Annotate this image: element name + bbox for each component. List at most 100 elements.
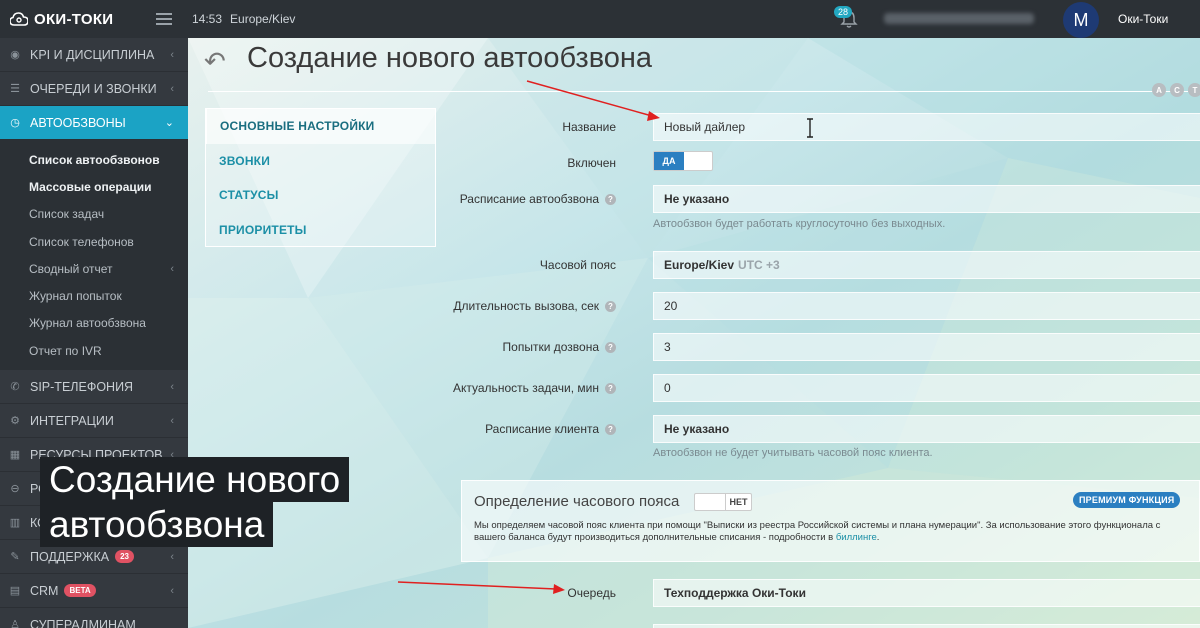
chevron-left-icon: ‹ bbox=[170, 584, 174, 597]
duration-label: Длительность вызова, сек? bbox=[408, 299, 628, 313]
name-input[interactable]: Новый дайлер bbox=[653, 113, 1200, 141]
sidebar-item-autodial[interactable]: ◷ АВТООБЗВОНЫ ⌄ bbox=[0, 106, 188, 140]
caption-line-1: Создание нового bbox=[40, 457, 350, 502]
help-icon[interactable]: ? bbox=[605, 300, 616, 312]
submenu-item[interactable]: Массовые операции bbox=[0, 173, 188, 200]
chevron-left-icon: ‹ bbox=[170, 550, 174, 563]
caption-overlay: Создание нового автообзвона bbox=[40, 457, 350, 547]
form-row-attempts: Попытки дозвона? 3 bbox=[408, 333, 1200, 361]
clock-timezone: Europe/Kiev bbox=[230, 12, 296, 26]
submenu-item[interactable]: Журнал попыток bbox=[0, 282, 188, 309]
form-row-timezone: Часовой пояс Europe/Kiev UTC +3 bbox=[408, 251, 1200, 279]
help-icon[interactable]: ? bbox=[605, 341, 616, 353]
panel-title: Определение часового пояса bbox=[474, 493, 680, 510]
support-badge: 23 bbox=[115, 550, 134, 564]
form-row-actuality: Актуальность задачи, мин? 0 bbox=[408, 374, 1200, 402]
attempts-label: Попытки дозвона? bbox=[408, 340, 628, 354]
client-schedule-select[interactable]: Не указано bbox=[653, 415, 1200, 443]
enabled-label: Включен bbox=[567, 156, 616, 170]
sidebar-item-superadmin[interactable]: ♙ СУПЕРАДМИНАМ bbox=[0, 608, 188, 628]
form-row-enabled: Включен ДА bbox=[408, 151, 1200, 175]
sidebar-item-queues[interactable]: ☰ ОЧЕРЕДИ И ЗВОНКИ ‹ bbox=[0, 72, 188, 106]
billing-link[interactable]: биллинге bbox=[836, 532, 877, 543]
notifications-badge: 28 bbox=[834, 6, 853, 18]
chevron-left-icon: ‹ bbox=[170, 262, 174, 275]
panel-description: Мы определяем часовой пояс клиента при п… bbox=[474, 520, 1161, 543]
actuality-label: Актуальность задачи, мин? bbox=[408, 381, 628, 395]
submenu-item[interactable]: Отчет по IVR bbox=[0, 337, 188, 364]
client-schedule-hint: Автообзвон не будет учитывать часовой по… bbox=[653, 447, 933, 459]
act-button-t[interactable]: T bbox=[1188, 83, 1200, 97]
sidebar-item-crm[interactable]: ▤ CRM BETA ‹ bbox=[0, 574, 188, 609]
username[interactable]: Оки-Токи bbox=[1118, 12, 1168, 26]
user-icon: ♙ bbox=[10, 619, 20, 628]
chevron-left-icon: ‹ bbox=[170, 48, 174, 61]
clock-icon: ◷ bbox=[10, 117, 20, 129]
user-email-redacted bbox=[884, 13, 1034, 24]
submenu-item[interactable]: Журнал автообзвона bbox=[0, 310, 188, 337]
help-icon[interactable]: ? bbox=[605, 382, 616, 394]
sidebar-item-sip[interactable]: ✆ SIP-ТЕЛЕФОНИЯ ‹ bbox=[0, 370, 188, 405]
phone-icon: ✆ bbox=[10, 381, 20, 394]
toggle-icon: ⊖ bbox=[10, 483, 20, 496]
caption-line-2: автообзвона bbox=[40, 502, 274, 547]
back-arrow-icon[interactable]: ↶ bbox=[204, 46, 226, 77]
help-icon[interactable]: ? bbox=[605, 423, 616, 435]
sidebar-submenu: Список автообзвонов Массовые операции Сп… bbox=[0, 140, 188, 371]
form-row-queue: Очередь Техподдержка Оки-Токи bbox=[408, 579, 1200, 607]
gears-icon: ⚙ bbox=[10, 415, 20, 428]
bars-icon: ▥ bbox=[9, 517, 21, 530]
list-icon: ☰ bbox=[10, 83, 20, 95]
grid-icon: ▦ bbox=[9, 449, 21, 462]
timezone-label: Часовой пояс bbox=[539, 258, 616, 272]
chevron-left-icon: ‹ bbox=[170, 380, 174, 393]
duration-input[interactable]: 20 bbox=[653, 292, 1200, 320]
timezone-detection-toggle[interactable]: НЕТ bbox=[694, 493, 752, 511]
queue-label: Очередь bbox=[567, 586, 616, 600]
actuality-input[interactable]: 0 bbox=[653, 374, 1200, 402]
tab-statuses[interactable]: СТАТУСЫ bbox=[206, 178, 435, 213]
timezone-detection-panel: Определение часового пояса НЕТ ПРЕМИУМ Ф… bbox=[461, 480, 1200, 562]
chevron-left-icon: ‹ bbox=[170, 82, 174, 95]
queue-select[interactable]: Техподдержка Оки-Токи bbox=[653, 579, 1200, 607]
top-bar: ОКИ-ТОКИ 14:53 Europe/Kiev 28 M Оки-Токи bbox=[0, 0, 1200, 38]
gauge-icon: ◉ bbox=[10, 49, 20, 61]
submenu-item[interactable]: Список телефонов bbox=[0, 228, 188, 255]
notifications-button[interactable]: 28 bbox=[834, 6, 862, 32]
tab-main-settings[interactable]: ОСНОВНЫЕ НАСТРОЙКИ bbox=[206, 109, 435, 144]
divider bbox=[208, 91, 1188, 92]
next-field-partial[interactable] bbox=[653, 624, 1200, 628]
help-icon[interactable]: ? bbox=[605, 193, 616, 205]
settings-tabs: ОСНОВНЫЕ НАСТРОЙКИ ЗВОНКИ СТАТУСЫ ПРИОРИ… bbox=[205, 108, 436, 247]
enabled-toggle[interactable]: ДА bbox=[653, 151, 713, 171]
tab-priorities[interactable]: ПРИОРИТЕТЫ bbox=[206, 213, 435, 248]
act-button-a[interactable]: A bbox=[1152, 83, 1166, 97]
avatar[interactable]: M bbox=[1063, 2, 1099, 38]
submenu-item[interactable]: Сводный отчет ‹ bbox=[0, 255, 188, 282]
chevron-left-icon: ‹ bbox=[170, 414, 174, 427]
name-label: Название bbox=[562, 120, 616, 134]
wrench-icon: ✎ bbox=[10, 551, 20, 564]
act-button-c[interactable]: C bbox=[1170, 83, 1184, 97]
premium-badge: ПРЕМИУМ ФУНКЦИЯ bbox=[1073, 492, 1181, 508]
attempts-input[interactable]: 3 bbox=[653, 333, 1200, 361]
menu-toggle-icon[interactable] bbox=[156, 13, 172, 25]
timezone-select[interactable]: Europe/Kiev UTC +3 bbox=[653, 251, 1200, 279]
form-row-duration: Длительность вызова, сек? 20 bbox=[408, 292, 1200, 320]
beta-badge: BETA bbox=[64, 584, 96, 598]
schedule-label: Расписание автообзвона? bbox=[408, 192, 628, 206]
sidebar-item-integrations[interactable]: ⚙ ИНТЕГРАЦИИ ‹ bbox=[0, 404, 188, 439]
clock-time: 14:53 bbox=[192, 12, 223, 26]
text-cursor-icon bbox=[807, 118, 813, 138]
submenu-item[interactable]: Список задач bbox=[0, 201, 188, 228]
client-schedule-label: Расписание клиента? bbox=[408, 422, 628, 436]
schedule-hint: Автообзвон будет работать круглосуточно … bbox=[653, 218, 946, 230]
form-row-name: Название Новый дайлер bbox=[408, 113, 1200, 141]
submenu-item[interactable]: Список автообзвонов bbox=[0, 146, 188, 173]
tab-calls[interactable]: ЗВОНКИ bbox=[206, 144, 435, 179]
sidebar-item-kpi[interactable]: ◉ KPI И ДИСЦИПЛИНА ‹ bbox=[0, 38, 188, 72]
page-title: Создание нового автообзвона bbox=[247, 42, 653, 74]
schedule-select[interactable]: Не указано bbox=[653, 185, 1200, 213]
crm-icon: ▤ bbox=[9, 585, 21, 598]
cloud-icon bbox=[10, 12, 28, 26]
